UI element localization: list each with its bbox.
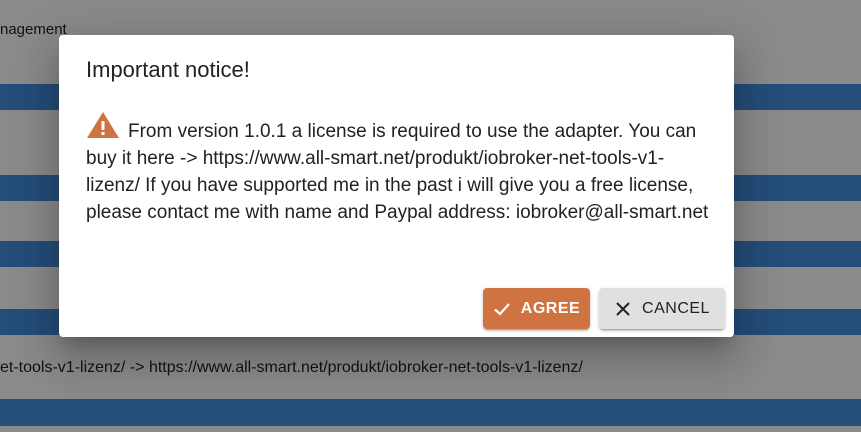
cancel-button-label: CANCEL	[642, 299, 710, 317]
close-icon	[614, 300, 632, 318]
dialog-message: From version 1.0.1 a license is required…	[86, 111, 711, 226]
cancel-button[interactable]: CANCEL	[599, 288, 725, 329]
agree-button[interactable]: AGREE	[483, 288, 590, 329]
dialog-title: Important notice!	[86, 57, 250, 82]
important-notice-dialog: Important notice! From version 1.0.1 a l…	[59, 35, 734, 337]
warning-triangle-icon	[86, 111, 120, 139]
check-icon	[493, 300, 511, 318]
dialog-message-text: From version 1.0.1 a license is required…	[86, 121, 709, 223]
agree-button-label: AGREE	[520, 299, 581, 317]
